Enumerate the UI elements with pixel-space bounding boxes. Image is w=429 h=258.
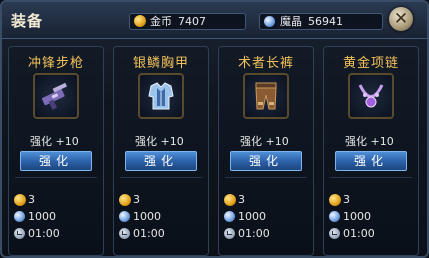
cost-crystal: 1000 — [133, 210, 161, 223]
necklace-icon — [358, 84, 384, 108]
gold-coin-icon — [14, 194, 26, 206]
cost-coin: 3 — [238, 193, 245, 206]
close-icon: ✕ — [393, 9, 409, 29]
item-name: 冲锋步枪 — [27, 56, 84, 71]
enhance-level: 强化 +10 — [30, 135, 79, 148]
gold-value: 7407 — [178, 15, 206, 28]
enhance-level: 强化 +10 — [240, 135, 289, 148]
gold-display: 金币 7407 — [129, 13, 246, 30]
crystal-icon — [119, 211, 130, 222]
enhance-button[interactable]: 强化 — [20, 151, 92, 171]
crystal-icon — [224, 211, 235, 222]
equipment-card-rifle: 冲锋步枪 强化 +10 强化 3 1000 01:00 — [8, 46, 104, 256]
panel-header: 装备 金币 7407 魔晶 56941 ✕ — [2, 2, 427, 39]
close-button[interactable]: ✕ — [389, 7, 413, 31]
enhance-button[interactable]: 强化 — [230, 151, 302, 171]
enhance-time: 01:00 — [238, 227, 270, 240]
item-slot[interactable] — [138, 73, 184, 119]
cost-crystal: 1000 — [28, 210, 56, 223]
gold-coin-icon — [119, 194, 131, 206]
gold-label: 金币 — [150, 15, 172, 28]
enhance-time: 01:00 — [343, 227, 375, 240]
gold-coin-icon — [134, 15, 146, 27]
cost-crystal: 1000 — [343, 210, 371, 223]
rifle-icon — [41, 82, 67, 110]
crystal-icon — [14, 211, 25, 222]
cost-crystal: 1000 — [238, 210, 266, 223]
enhance-time: 01:00 — [133, 227, 165, 240]
chest-armor-icon — [148, 82, 174, 110]
enhance-button[interactable]: 强化 — [335, 151, 407, 171]
crystal-icon — [264, 16, 275, 27]
cost-coin: 3 — [133, 193, 140, 206]
divider — [225, 177, 307, 178]
clock-icon — [119, 228, 130, 239]
item-name: 术者长裤 — [237, 56, 294, 71]
crystal-label: 魔晶 — [280, 15, 302, 28]
enhance-level: 强化 +10 — [135, 135, 184, 148]
item-name: 黄金项链 — [342, 56, 399, 71]
enhance-button[interactable]: 强化 — [125, 151, 197, 171]
panel-title: 装备 — [11, 12, 44, 30]
equipment-panel: 装备 金币 7407 魔晶 56941 ✕ 冲锋步枪 强化 +10 强化 3 1… — [0, 0, 429, 258]
crystal-value: 56941 — [308, 15, 343, 28]
item-slot[interactable] — [348, 73, 394, 119]
clock-icon — [329, 228, 340, 239]
crystal-icon — [329, 211, 340, 222]
item-slot[interactable] — [33, 73, 79, 119]
clock-icon — [14, 228, 25, 239]
enhance-level: 强化 +10 — [345, 135, 394, 148]
gold-coin-icon — [224, 194, 236, 206]
equipment-card-necklace: 黄金项链 强化 +10 强化 3 1000 01:00 — [323, 46, 419, 256]
item-name: 银鳞胸甲 — [132, 56, 189, 71]
cost-coin: 3 — [343, 193, 350, 206]
pants-icon — [255, 82, 277, 110]
equipment-card-chest: 银鳞胸甲 强化 +10 强化 3 1000 01:00 — [113, 46, 209, 256]
gold-coin-icon — [329, 194, 341, 206]
equipment-card-pants: 术者长裤 强化 +10 强化 3 1000 01:00 — [218, 46, 314, 256]
divider — [120, 177, 202, 178]
item-slot[interactable] — [243, 73, 289, 119]
enhance-time: 01:00 — [28, 227, 60, 240]
divider — [330, 177, 412, 178]
crystal-display: 魔晶 56941 — [259, 13, 383, 30]
clock-icon — [224, 228, 235, 239]
divider — [15, 177, 97, 178]
cost-coin: 3 — [28, 193, 35, 206]
